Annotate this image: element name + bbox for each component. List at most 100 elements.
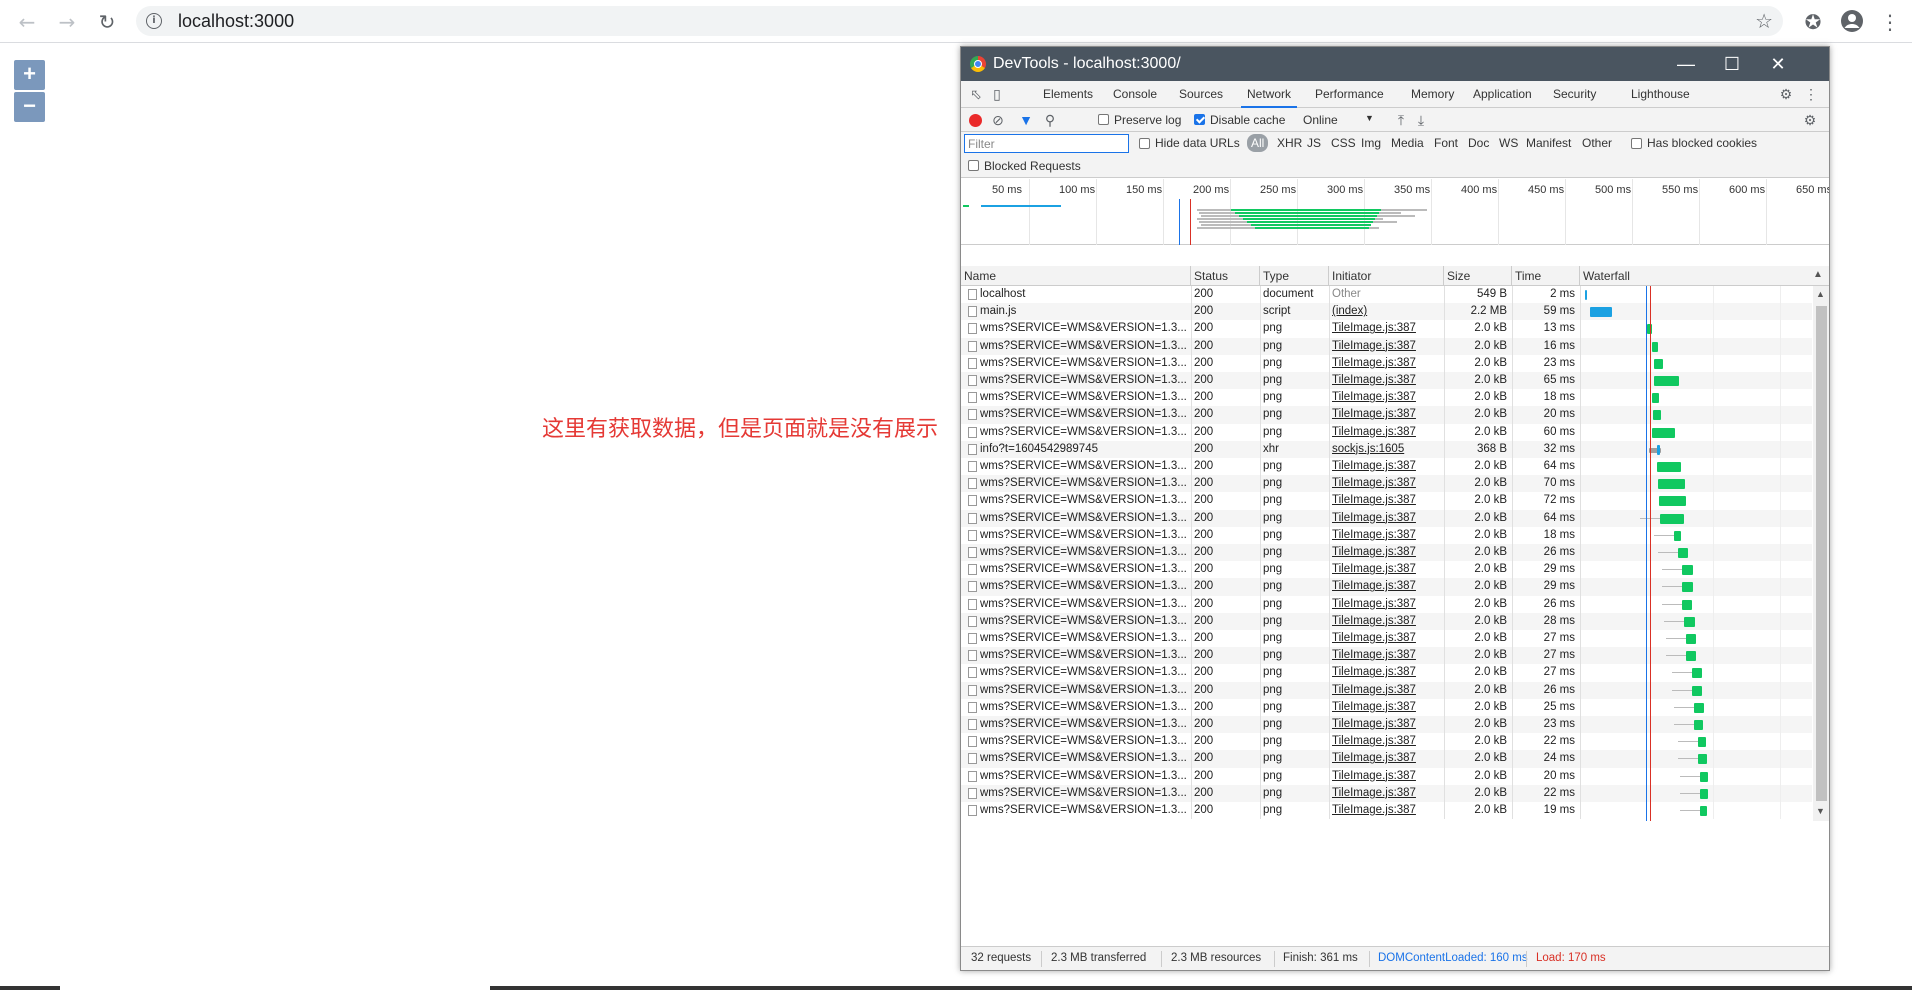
request-initiator[interactable]: TileImage.js:387: [1332, 406, 1440, 423]
table-row[interactable]: wms?SERVICE=WMS&VERSION=1.3... 200 png Tile…: [961, 664, 1812, 681]
clear-icon[interactable]: ⊘: [989, 110, 1007, 130]
table-row[interactable]: wms?SERVICE=WMS&VERSION=1.3... 200 png Tile…: [961, 699, 1812, 716]
extensions-puzzle-icon[interactable]: ✪: [1800, 9, 1826, 35]
request-initiator[interactable]: TileImage.js:387: [1332, 527, 1440, 544]
column-waterfall[interactable]: Waterfall: [1580, 266, 1829, 286]
request-initiator[interactable]: TileImage.js:387: [1332, 682, 1440, 699]
table-row[interactable]: wms?SERVICE=WMS&VERSION=1.3... 200 png Tile…: [961, 492, 1812, 509]
table-row[interactable]: wms?SERVICE=WMS&VERSION=1.3... 200 png Tile…: [961, 802, 1812, 819]
preserve-log-checkbox[interactable]: [1098, 114, 1109, 125]
request-initiator[interactable]: TileImage.js:387: [1332, 699, 1440, 716]
table-row[interactable]: wms?SERVICE=WMS&VERSION=1.3... 200 png Tile…: [961, 406, 1812, 424]
scroll-up-icon[interactable]: ▲: [1816, 289, 1825, 299]
request-initiator[interactable]: TileImage.js:387: [1332, 372, 1440, 389]
inspect-element-icon[interactable]: ⬁: [967, 84, 985, 104]
settings-gear-icon[interactable]: ⚙: [1777, 84, 1795, 104]
table-row[interactable]: wms?SERVICE=WMS&VERSION=1.3... 200 png Tile…: [961, 527, 1812, 544]
table-row[interactable]: wms?SERVICE=WMS&VERSION=1.3... 200 png Tile…: [961, 750, 1812, 768]
tab-console[interactable]: Console: [1111, 81, 1159, 108]
zoom-in-button[interactable]: +: [14, 60, 45, 90]
filter-icon[interactable]: ▼: [1017, 110, 1035, 130]
table-row[interactable]: wms?SERVICE=WMS&VERSION=1.3... 200 png Tile…: [961, 544, 1812, 562]
tab-sources[interactable]: Sources: [1177, 81, 1225, 108]
tab-network[interactable]: Network: [1241, 81, 1298, 108]
filter-type-other[interactable]: Other: [1582, 136, 1612, 150]
request-initiator[interactable]: TileImage.js:387: [1332, 802, 1440, 819]
request-initiator[interactable]: TileImage.js:387: [1332, 785, 1440, 802]
table-row[interactable]: localhost 200 document Other 549 B 2 ms: [961, 286, 1812, 303]
blocked-requests-checkbox[interactable]: [968, 160, 979, 171]
table-row[interactable]: wms?SERVICE=WMS&VERSION=1.3... 200 png Tile…: [961, 784, 1812, 802]
request-initiator[interactable]: TileImage.js:387: [1332, 561, 1440, 578]
request-initiator[interactable]: TileImage.js:387: [1332, 458, 1440, 475]
table-row[interactable]: wms?SERVICE=WMS&VERSION=1.3... 200 png Tile…: [961, 716, 1812, 734]
request-initiator[interactable]: TileImage.js:387: [1332, 578, 1440, 595]
filter-type-font[interactable]: Font: [1434, 136, 1458, 150]
throttling-select[interactable]: Online: [1303, 113, 1338, 127]
table-row[interactable]: wms?SERVICE=WMS&VERSION=1.3... 200 png Tile…: [961, 681, 1812, 699]
profile-avatar-icon[interactable]: [1839, 9, 1865, 35]
throttling-dropdown-icon[interactable]: ▼: [1365, 113, 1374, 123]
table-row[interactable]: wms?SERVICE=WMS&VERSION=1.3... 200 png Tile…: [961, 372, 1812, 390]
forward-icon[interactable]: →: [55, 10, 79, 34]
table-row[interactable]: info?t=1604542989745 200 xhr sockjs.js:1605…: [961, 440, 1812, 458]
scroll-down-icon[interactable]: ▼: [1816, 806, 1825, 816]
table-row[interactable]: wms?SERVICE=WMS&VERSION=1.3... 200 png Tile…: [961, 733, 1812, 750]
column-type[interactable]: Type: [1260, 266, 1329, 286]
column-status[interactable]: Status: [1191, 266, 1260, 286]
filter-type-js[interactable]: JS: [1307, 136, 1321, 150]
request-initiator[interactable]: TileImage.js:387: [1332, 424, 1440, 441]
tab-security[interactable]: Security: [1551, 81, 1598, 108]
table-row[interactable]: wms?SERVICE=WMS&VERSION=1.3... 200 png Tile…: [961, 475, 1812, 493]
record-icon[interactable]: [969, 114, 982, 127]
request-initiator[interactable]: TileImage.js:387: [1332, 716, 1440, 733]
request-initiator[interactable]: TileImage.js:387: [1332, 389, 1440, 406]
url-text[interactable]: localhost:3000: [178, 11, 294, 32]
request-initiator[interactable]: TileImage.js:387: [1332, 768, 1440, 785]
filter-type-all[interactable]: All: [1247, 134, 1269, 152]
request-initiator[interactable]: TileImage.js:387: [1332, 510, 1440, 527]
filter-type-media[interactable]: Media: [1391, 136, 1424, 150]
request-initiator[interactable]: TileImage.js:387: [1332, 475, 1440, 492]
table-row[interactable]: wms?SERVICE=WMS&VERSION=1.3... 200 png Tile…: [961, 768, 1812, 785]
filter-input[interactable]: [964, 134, 1129, 153]
table-row[interactable]: wms?SERVICE=WMS&VERSION=1.3... 200 png Tile…: [961, 337, 1812, 355]
column-initiator[interactable]: Initiator: [1329, 266, 1444, 286]
request-initiator[interactable]: TileImage.js:387: [1332, 613, 1440, 630]
more-options-icon[interactable]: ⋮: [1803, 84, 1819, 104]
table-row[interactable]: wms?SERVICE=WMS&VERSION=1.3... 200 png Tile…: [961, 389, 1812, 406]
table-row[interactable]: wms?SERVICE=WMS&VERSION=1.3... 200 png Tile…: [961, 596, 1812, 613]
address-bar[interactable]: i localhost:3000 ☆: [136, 6, 1783, 36]
site-info-icon[interactable]: i: [146, 13, 162, 29]
request-initiator[interactable]: TileImage.js:387: [1332, 647, 1440, 664]
tab-lighthouse[interactable]: Lighthouse: [1629, 81, 1692, 108]
request-initiator[interactable]: TileImage.js:387: [1332, 750, 1440, 767]
menu-kebab-icon[interactable]: ⋮: [1877, 9, 1903, 35]
filter-type-img[interactable]: Img: [1361, 136, 1381, 150]
table-scrollbar[interactable]: ▲ ▼: [1813, 286, 1829, 821]
close-icon[interactable]: ✕: [1755, 51, 1801, 77]
table-row[interactable]: wms?SERVICE=WMS&VERSION=1.3... 200 png Tile…: [961, 458, 1812, 475]
column-size[interactable]: Size: [1444, 266, 1512, 286]
filter-type-manifest[interactable]: Manifest: [1526, 136, 1571, 150]
search-icon[interactable]: ⚲: [1041, 110, 1059, 130]
network-settings-gear-icon[interactable]: ⚙: [1801, 110, 1819, 130]
disable-cache-checkbox[interactable]: [1194, 114, 1205, 125]
request-initiator[interactable]: TileImage.js:387: [1332, 320, 1440, 337]
filter-type-doc[interactable]: Doc: [1468, 136, 1489, 150]
column-time[interactable]: Time: [1512, 266, 1580, 286]
has-blocked-cookies-checkbox[interactable]: [1631, 138, 1642, 149]
tab-memory[interactable]: Memory: [1409, 81, 1456, 108]
request-initiator[interactable]: TileImage.js:387: [1332, 733, 1440, 750]
request-initiator[interactable]: TileImage.js:387: [1332, 596, 1440, 613]
minimize-icon[interactable]: —: [1663, 51, 1709, 77]
table-row[interactable]: main.js 200 script (index) 2.2 MB 59 ms: [961, 303, 1812, 321]
bookmark-star-icon[interactable]: ☆: [1755, 9, 1773, 33]
column-name[interactable]: Name: [961, 266, 1191, 286]
sort-up-icon[interactable]: ▲: [1813, 269, 1823, 280]
filter-type-css[interactable]: CSS: [1331, 136, 1356, 150]
request-initiator[interactable]: TileImage.js:387: [1332, 338, 1440, 355]
request-initiator[interactable]: (index): [1332, 303, 1440, 320]
network-overview[interactable]: 50 ms 100 ms 150 ms 200 ms 250 ms 300 ms 350 m…: [961, 179, 1829, 245]
import-har-icon[interactable]: ⤒: [1393, 110, 1409, 130]
